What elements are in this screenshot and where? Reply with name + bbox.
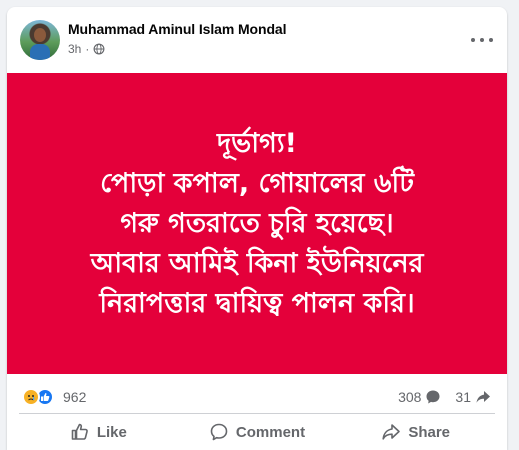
post-text-line: আবার আমিই কিনা ইউনিয়নের <box>90 247 424 279</box>
post-text-line: নিরাপত্তার দ্বায়িত্ব পালন করি। <box>99 287 415 319</box>
post-actions: Like Comment Share <box>19 414 495 450</box>
post-text-line: দূর্ভাগ্য! <box>217 127 297 159</box>
like-button[interactable]: Like <box>19 414 178 450</box>
share-count-icon <box>476 391 490 403</box>
thumbs-up-icon <box>71 423 88 440</box>
share-button[interactable]: Share <box>336 414 495 450</box>
post-image[interactable]: দূর্ভাগ্য! পোড়া কপাল, গোয়ালের ৬টি গরু … <box>7 73 507 374</box>
comment-count[interactable]: 308 <box>398 389 421 405</box>
reaction-count[interactable]: 962 <box>63 389 86 405</box>
post-card: Muhammad Aminul Islam Mondal 3h · দূর্ভা… <box>7 7 507 450</box>
reaction-icons[interactable] <box>22 388 54 406</box>
post-meta: 3h · <box>68 42 105 56</box>
globe-icon <box>93 43 105 55</box>
share-icon <box>382 424 401 440</box>
engagement-counts: 308 31 <box>398 389 491 405</box>
share-label: Share <box>408 423 451 441</box>
meta-separator: · <box>85 42 90 56</box>
more-options-icon[interactable] <box>471 29 493 51</box>
avatar[interactable] <box>20 20 60 60</box>
like-label: Like <box>96 423 127 441</box>
post-time[interactable]: 3h <box>68 42 81 56</box>
comment-button[interactable]: Comment <box>178 414 337 450</box>
author-name[interactable]: Muhammad Aminul Islam Mondal <box>68 21 286 37</box>
post-image-text: দূর্ভাগ্য! পোড়া কপাল, গোয়ালের ৬টি গরু … <box>17 124 497 324</box>
post-text-line: পোড়া কপাল, গোয়ালের ৬টি <box>100 167 414 199</box>
comment-count-icon <box>426 390 440 404</box>
share-count[interactable]: 31 <box>455 389 471 405</box>
reactions-bar: 962 308 31 <box>7 374 507 416</box>
post-text-line: গরু গতরাতে চুরি হয়েছে। <box>120 207 394 239</box>
comment-icon <box>210 423 228 441</box>
post-header: Muhammad Aminul Islam Mondal 3h · <box>7 7 507 73</box>
sad-icon <box>22 388 40 406</box>
comment-label: Comment <box>235 423 306 441</box>
